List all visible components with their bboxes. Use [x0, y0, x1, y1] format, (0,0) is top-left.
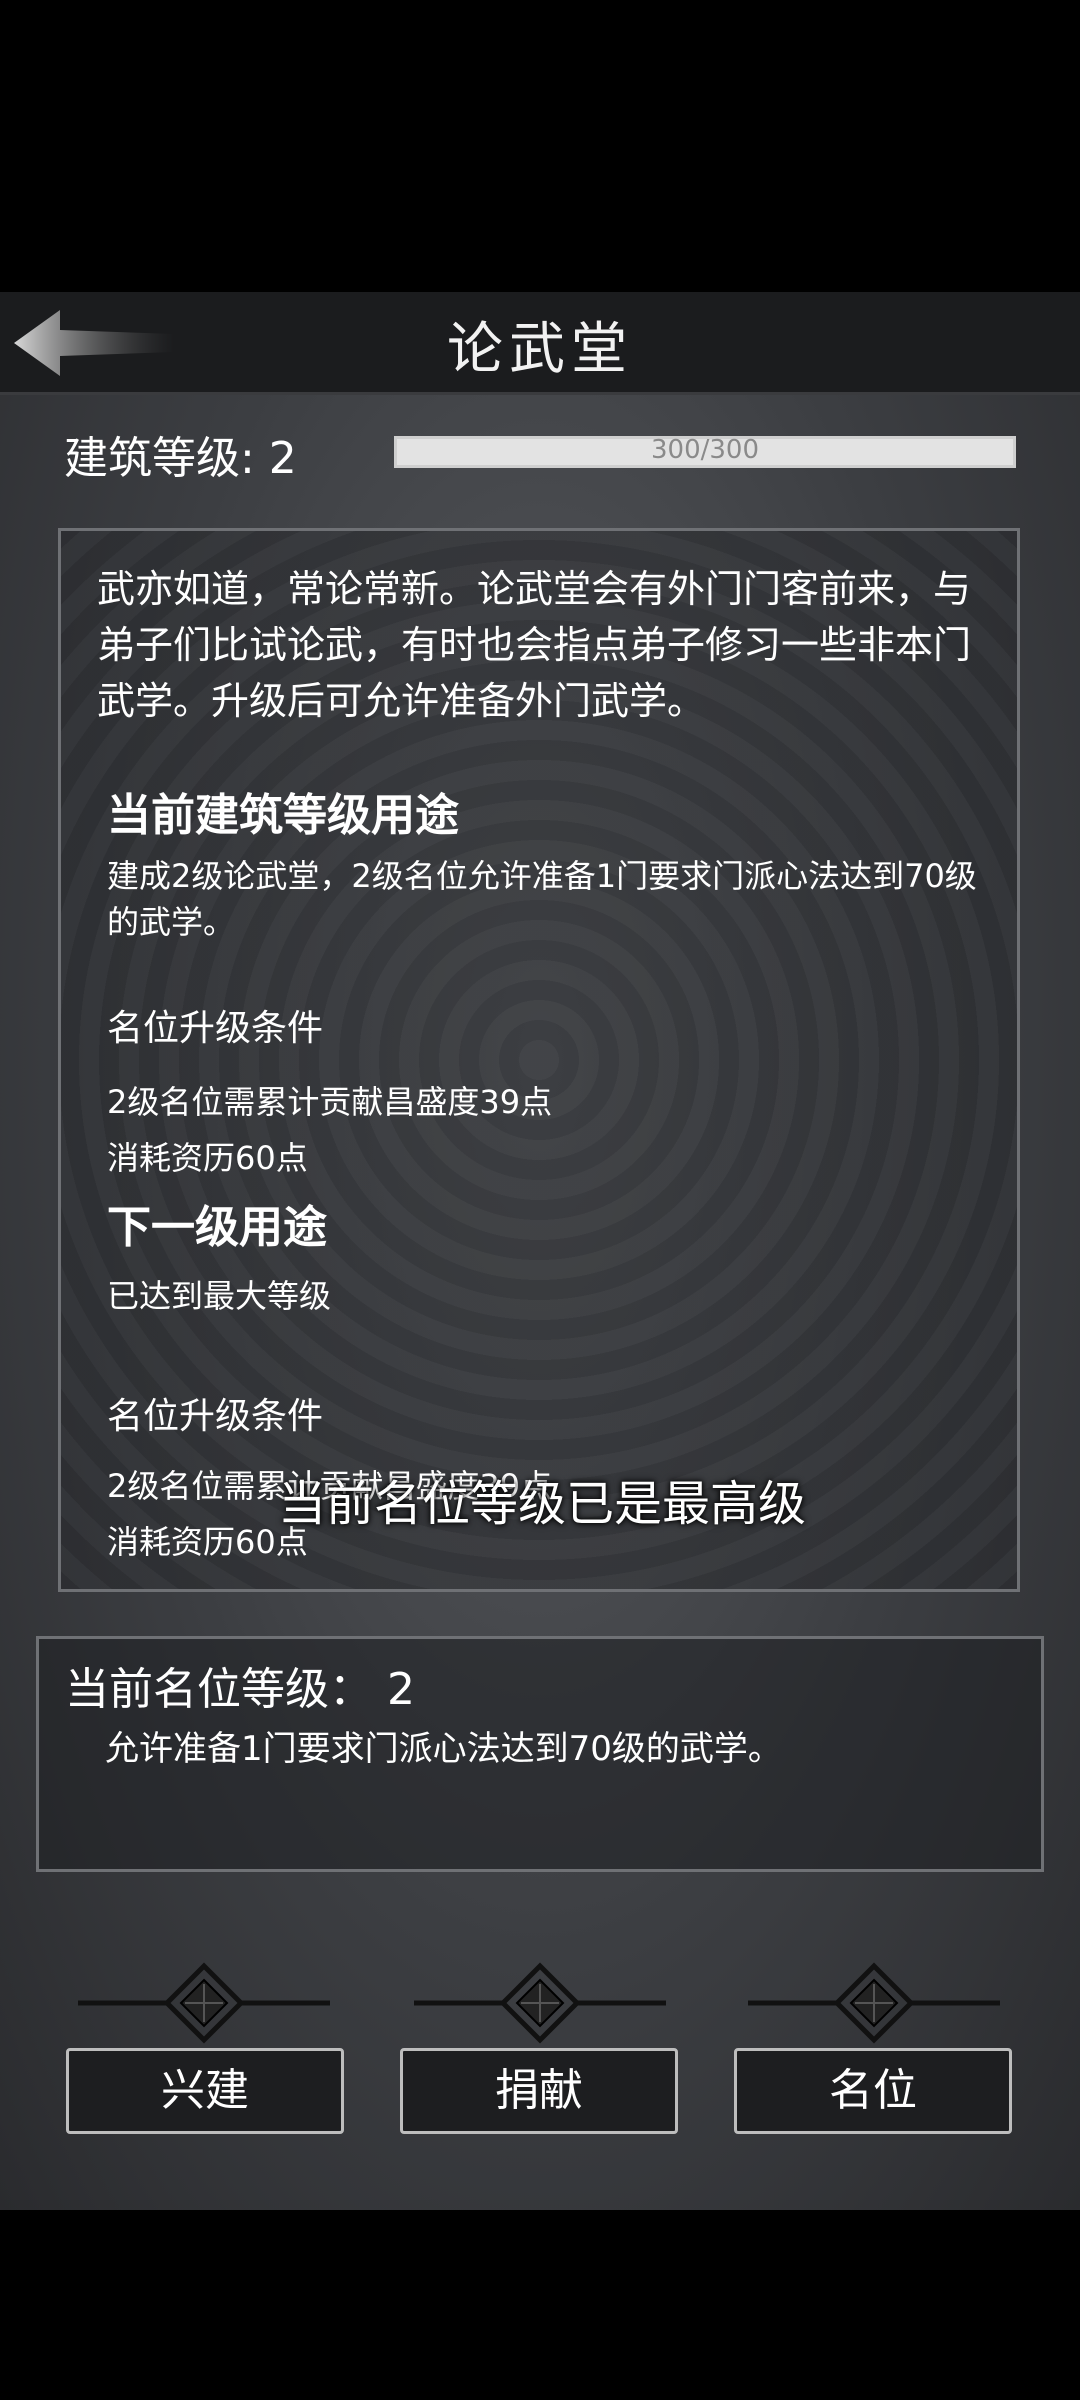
- building-progress-bar: 300/300: [394, 435, 1016, 468]
- diamond-ornament-icon: [414, 1962, 666, 2044]
- top-bar: 论武堂: [0, 292, 1080, 395]
- building-screen: 论武堂 建筑等级: 2 300/300 武亦如道，常论常新。论武堂会有外门门客前…: [0, 292, 1080, 2210]
- rank-button[interactable]: 名位: [734, 2048, 1012, 2134]
- current-conditions-heading: 名位升级条件: [107, 1008, 324, 1049]
- rank-description: 允许准备1门要求门派心法达到70级的武学。: [105, 1729, 782, 1769]
- current-use-heading: 当前建筑等级用途: [107, 790, 459, 841]
- next-use-heading: 下一级用途: [107, 1202, 327, 1253]
- next-use-body: 已达到最大等级: [107, 1277, 332, 1315]
- description-panel: 武亦如道，常论常新。论武堂会有外门门客前来，与弟子们比试论武，有时也会指点弟子修…: [58, 528, 1020, 1592]
- rank-panel: 当前名位等级： 2 允许准备1门要求门派心法达到70级的武学。: [36, 1636, 1044, 1872]
- donate-button[interactable]: 捐献: [400, 2048, 678, 2134]
- build-button[interactable]: 兴建: [66, 2048, 344, 2134]
- next-conditions-heading: 名位升级条件: [107, 1396, 324, 1437]
- diamond-ornament-icon: [748, 1962, 1000, 2044]
- max-rank-toast: 当前名位等级已是最高级: [278, 1476, 807, 1532]
- progress-text: 300/300: [650, 435, 759, 465]
- page-title: 论武堂: [447, 317, 633, 382]
- building-level-label: 建筑等级: 2: [64, 433, 297, 484]
- current-condition-2: 消耗资历60点: [107, 1139, 308, 1177]
- diamond-ornament-icon: [78, 1962, 330, 2044]
- building-description: 武亦如道，常论常新。论武堂会有外门门客前来，与弟子们比试论武，有时也会指点弟子修…: [97, 567, 972, 723]
- current-condition-1: 2级名位需累计贡献昌盛度39点: [107, 1083, 553, 1121]
- current-use-body: 建成2级论武堂，2级名位允许准备1门要求门派心法达到70级的武学。: [107, 857, 977, 941]
- rank-title: 当前名位等级： 2: [65, 1664, 415, 1715]
